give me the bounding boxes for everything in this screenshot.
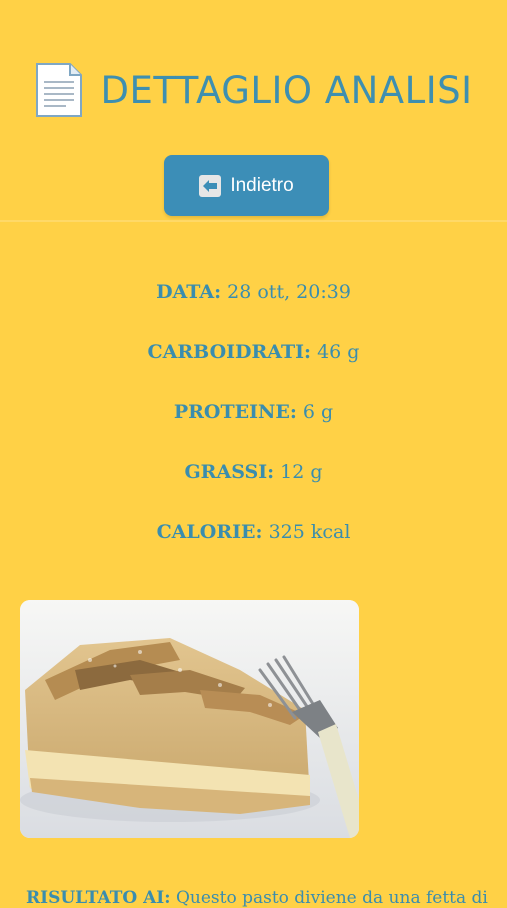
- page-title: DETTAGLIO ANALISI: [100, 68, 473, 112]
- stat-label: GRASSI:: [184, 461, 275, 483]
- stat-value: 46 g: [317, 341, 360, 363]
- stat-label: CARBOIDRATI:: [147, 341, 312, 363]
- stat-value: 6 g: [302, 401, 334, 423]
- stat-value: 12 g: [280, 461, 323, 483]
- stat-carbs: CARBOIDRATI: 46 g: [0, 330, 507, 390]
- back-button-label: Indietro: [230, 174, 294, 196]
- stat-date: DATA: 28 ott, 20:39: [0, 270, 507, 330]
- food-photo: [20, 600, 359, 838]
- result-text: Questo pasto diviene da una fetta di: [175, 888, 488, 908]
- stat-calories: CALORIE: 325 kcal: [0, 510, 507, 570]
- stat-value: 28 ott, 20:39: [227, 281, 351, 303]
- stat-label: PROTEINE:: [173, 401, 297, 423]
- nutrition-stats: DATA: 28 ott, 20:39 CARBOIDRATI: 46 g PR…: [0, 270, 507, 570]
- stat-proteins: PROTEINE: 6 g: [0, 390, 507, 450]
- header-divider: [0, 220, 507, 222]
- page-header: DETTAGLIO ANALISI: [0, 55, 507, 125]
- stat-fats: GRASSI: 12 g: [0, 450, 507, 510]
- back-button[interactable]: Indietro: [164, 155, 329, 216]
- stat-value: 325 kcal: [268, 521, 351, 543]
- stat-label: DATA:: [156, 281, 222, 303]
- left-arrow-icon: [199, 174, 222, 197]
- stat-label: CALORIE:: [156, 521, 263, 543]
- document-icon: [36, 63, 83, 117]
- ai-result: RISULTATO AI: Questo pasto diviene da un…: [26, 888, 506, 908]
- result-label: RISULTATO AI:: [26, 888, 171, 908]
